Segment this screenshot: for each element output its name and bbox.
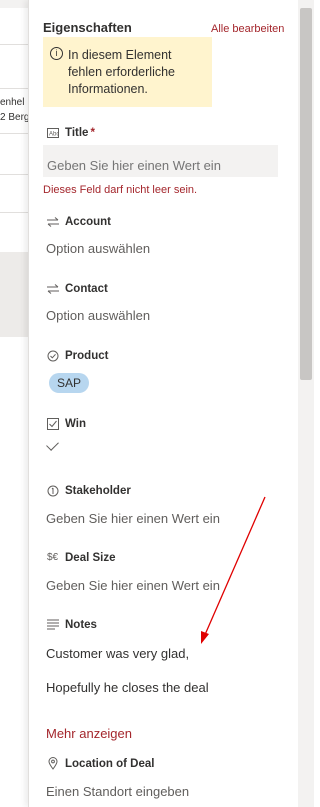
- field-label-text: Deal Size: [65, 551, 116, 564]
- field-label-title: Abc Title *: [46, 126, 95, 139]
- account-value[interactable]: Option auswählen: [46, 241, 150, 256]
- stakeholder-value[interactable]: Geben Sie hier einen Wert ein: [46, 511, 220, 526]
- background-row-text: 2 Berg: [0, 112, 28, 123]
- text-field-icon: Abc: [46, 126, 59, 139]
- currency-icon: $€: [46, 552, 59, 563]
- row-divider: [0, 44, 28, 45]
- field-label-text: Location of Deal: [65, 757, 155, 770]
- number-icon: [46, 484, 59, 497]
- location-value[interactable]: Einen Standort eingeben: [46, 784, 189, 799]
- lookup-icon: [46, 215, 59, 228]
- lookup-icon: [46, 282, 59, 295]
- field-label-product: Product: [46, 349, 108, 362]
- field-label-text: Stakeholder: [65, 484, 131, 497]
- row-divider: [0, 133, 28, 134]
- background-row-text: enhel: [0, 97, 25, 108]
- properties-panel: Eigenschaften Alle bearbeiten i In diese…: [28, 0, 298, 807]
- field-label-text: Title: [65, 126, 89, 139]
- edit-all-link[interactable]: Alle bearbeiten: [211, 23, 284, 35]
- field-label-text: Notes: [65, 618, 97, 631]
- choice-icon: [46, 349, 59, 362]
- win-checkmark-icon[interactable]: [46, 438, 59, 451]
- panel-title: Eigenschaften: [43, 20, 132, 35]
- checkbox-icon: [46, 417, 59, 430]
- title-error-text: Dieses Feld darf nicht leer sein.: [43, 184, 198, 196]
- field-label-stakeholder: Stakeholder: [46, 484, 131, 497]
- required-marker: *: [90, 126, 95, 139]
- field-label-text: Account: [65, 215, 111, 228]
- deal-size-value[interactable]: Geben Sie hier einen Wert ein: [46, 578, 220, 593]
- multiline-text-icon: [46, 618, 59, 631]
- row-divider: [0, 88, 28, 89]
- scrollbar-thumb[interactable]: [300, 8, 312, 380]
- background-list: enhel 2 Berg: [0, 0, 28, 807]
- field-label-deal-size: $€ Deal Size: [46, 551, 116, 564]
- notes-line-1[interactable]: Customer was very glad,: [46, 646, 189, 661]
- field-label-contact: Contact: [46, 282, 108, 295]
- svg-text:Abc: Abc: [49, 131, 59, 137]
- field-label-notes: Notes: [46, 618, 97, 631]
- show-more-link[interactable]: Mehr anzeigen: [46, 726, 132, 741]
- product-tag[interactable]: SAP: [49, 373, 89, 393]
- contact-value[interactable]: Option auswählen: [46, 308, 150, 323]
- missing-info-warning: i In diesem Element fehlen erforderliche…: [43, 37, 212, 107]
- info-icon: i: [50, 47, 63, 60]
- background-topbar: [0, 0, 28, 8]
- row-divider: [0, 212, 28, 213]
- notes-line-2[interactable]: Hopefully he closes the deal: [46, 680, 209, 695]
- row-divider: [0, 174, 28, 175]
- field-label-account: Account: [46, 215, 111, 228]
- title-input[interactable]: [43, 145, 278, 177]
- warning-text: In diesem Element fehlen erforderliche I…: [68, 48, 176, 96]
- field-label-text: Win: [65, 417, 86, 430]
- field-label-text: Contact: [65, 282, 108, 295]
- field-label-text: Product: [65, 349, 109, 362]
- field-label-location: Location of Deal: [46, 757, 154, 770]
- field-label-win: Win: [46, 417, 86, 430]
- background-selected-row: [0, 252, 28, 337]
- location-pin-icon: [46, 757, 59, 770]
